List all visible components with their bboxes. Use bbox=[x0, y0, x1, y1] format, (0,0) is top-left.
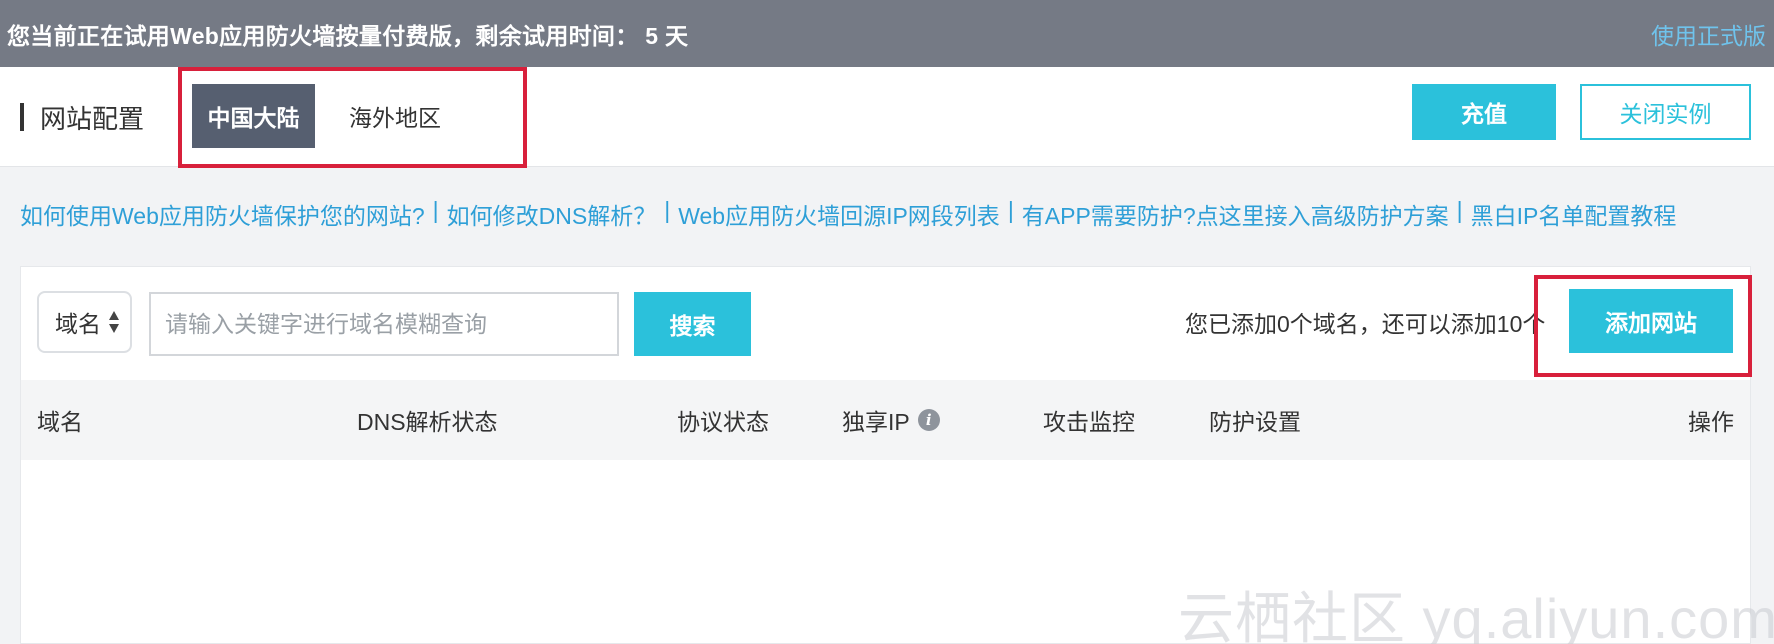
column-header-dns-status: DNS解析状态 bbox=[357, 409, 498, 435]
help-links-bar: 如何使用Web应用防火墙保护您的网站? | 如何修改DNS解析？ | Web应用… bbox=[20, 197, 1676, 231]
help-link-separator: | bbox=[664, 197, 671, 223]
table-header: 域名 DNS解析状态 协议状态 独享IP i 攻击监控 防护设置 操作 bbox=[21, 380, 1750, 460]
search-input[interactable] bbox=[149, 292, 619, 356]
column-header-protection-settings: 防护设置 bbox=[1209, 409, 1301, 435]
close-instance-button[interactable]: 关闭实例 bbox=[1580, 84, 1751, 140]
domain-count-text: 您已添加0个域名，还可以添加10个 bbox=[1185, 311, 1546, 337]
help-link-protect-site[interactable]: 如何使用Web应用防火墙保护您的网站? bbox=[20, 197, 425, 231]
help-link-modify-dns[interactable]: 如何修改DNS解析？ bbox=[447, 197, 657, 231]
filter-select[interactable]: 域名 bbox=[37, 291, 132, 353]
recharge-button[interactable]: 充值 bbox=[1412, 84, 1556, 140]
help-link-separator: | bbox=[1456, 197, 1463, 223]
trial-banner: 您当前正在试用Web应用防火墙按量付费版，剩余试用时间： 5 天 使用正式版 bbox=[0, 0, 1774, 67]
tab-overseas[interactable]: 海外地区 bbox=[315, 84, 475, 148]
filter-select-value: 域名 bbox=[55, 311, 101, 337]
trial-message: 您当前正在试用Web应用防火墙按量付费版，剩余试用时间： 5 天 bbox=[7, 22, 689, 49]
help-link-app-protection[interactable]: 有APP需要防护?点这里接入高级防护方案 bbox=[1022, 197, 1449, 231]
use-official-version-link[interactable]: 使用正式版 bbox=[1651, 17, 1766, 51]
page-header: 网站配置 中国大陆 海外地区 充值 关闭实例 bbox=[0, 67, 1774, 168]
region-tabs: 中国大陆 海外地区 bbox=[192, 84, 475, 148]
column-header-domain: 域名 bbox=[37, 409, 83, 435]
column-header-protocol-status: 协议状态 bbox=[677, 409, 769, 435]
domain-list-panel: 域名 搜索 您已添加0个域名，还可以添加10个 添加网站 域名 DNS解析状态 … bbox=[20, 266, 1752, 644]
info-icon[interactable]: i bbox=[917, 409, 940, 431]
add-website-button[interactable]: 添加网站 bbox=[1569, 289, 1733, 353]
help-link-separator: | bbox=[1007, 197, 1014, 223]
title-accent-bar bbox=[20, 103, 24, 131]
column-header-dedicated-ip: 独享IP i bbox=[842, 380, 940, 460]
help-link-origin-ip-list[interactable]: Web应用防火墙回源IP网段列表 bbox=[678, 197, 1000, 231]
tab-mainland-china[interactable]: 中国大陆 bbox=[192, 84, 315, 148]
page-title: 网站配置 bbox=[20, 101, 145, 134]
search-button[interactable]: 搜索 bbox=[634, 292, 751, 356]
sort-arrows-icon bbox=[108, 311, 120, 335]
column-header-actions: 操作 bbox=[1688, 409, 1734, 435]
help-link-ip-list-tutorial[interactable]: 黑白IP名单配置教程 bbox=[1471, 197, 1677, 231]
column-header-attack-monitor: 攻击监控 bbox=[1043, 409, 1135, 435]
page-title-text: 网站配置 bbox=[40, 103, 145, 134]
help-link-separator: | bbox=[432, 197, 439, 223]
